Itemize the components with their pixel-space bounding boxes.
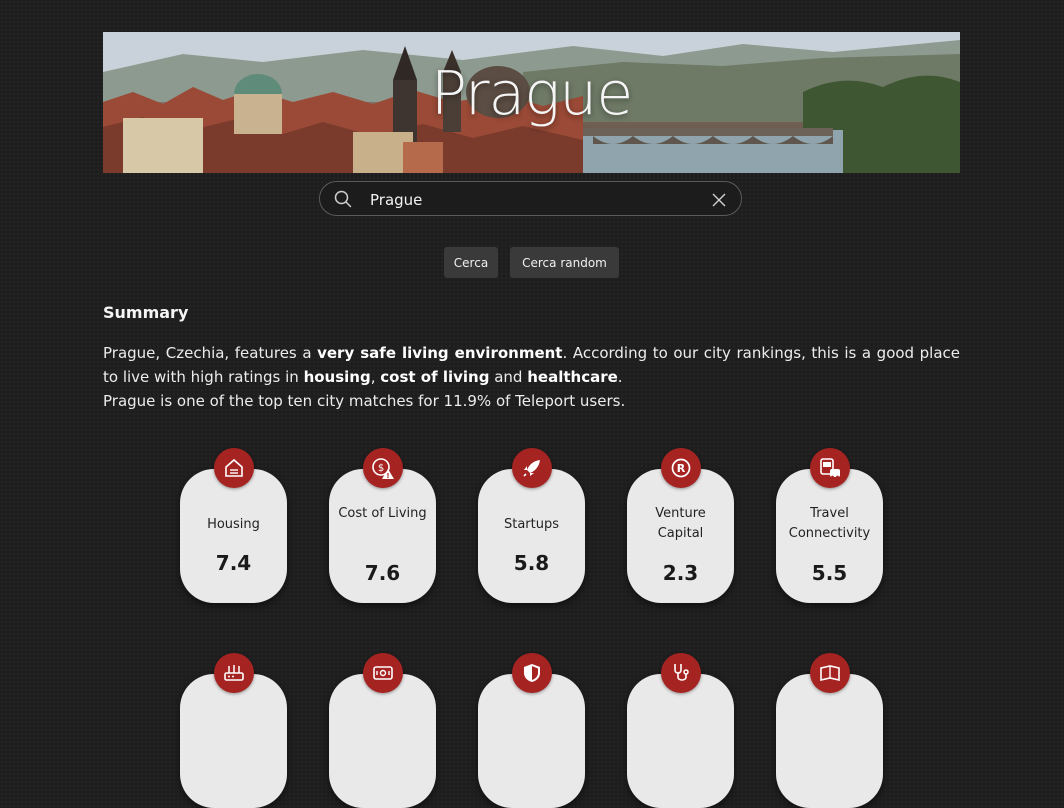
- city-title: Prague: [430, 59, 634, 129]
- score-card-housing[interactable]: Housing 7.4: [180, 448, 287, 603]
- registered-icon: R: [660, 448, 701, 488]
- card-label: Cost of Living: [338, 506, 427, 521]
- svg-text:R: R: [676, 462, 685, 475]
- score-card[interactable]: [776, 653, 883, 808]
- hero-banner: Prague: [103, 32, 960, 173]
- summary-match-text: Prague is one of the top ten city matche…: [103, 392, 626, 410]
- random-search-button[interactable]: Cerca random: [510, 247, 619, 278]
- svg-text:$: $: [377, 463, 383, 474]
- card-value: 5.8: [513, 551, 550, 575]
- summary-highlight: very safe living environment: [317, 344, 563, 362]
- card-label: Travel Connectivity: [788, 506, 871, 541]
- score-card[interactable]: [329, 653, 436, 808]
- stethoscope-icon: [660, 653, 701, 693]
- card-label: Startups: [503, 517, 560, 532]
- score-card[interactable]: [478, 653, 585, 808]
- router-icon: [213, 653, 254, 693]
- search-icon: [334, 190, 352, 212]
- score-card-startups[interactable]: Startups 5.8: [478, 448, 585, 603]
- search-bar[interactable]: [319, 181, 742, 216]
- card-value: 2.3: [662, 561, 699, 585]
- search-input[interactable]: [368, 186, 692, 214]
- rocket-icon: [511, 448, 552, 488]
- summary-text-segment: ,: [370, 368, 381, 386]
- card-label: Venture Capital: [655, 506, 706, 541]
- score-card-cost-of-living[interactable]: $! Cost of Living 7.6: [329, 448, 436, 603]
- search-button[interactable]: Cerca: [444, 247, 498, 278]
- cost-of-living-icon: $!: [362, 448, 403, 488]
- card-value: 5.5: [811, 561, 848, 585]
- close-icon[interactable]: [712, 192, 726, 211]
- summary-text: Prague, Czechia, features a very safe li…: [103, 341, 960, 413]
- summary-highlight: cost of living: [380, 368, 490, 386]
- score-card[interactable]: [180, 653, 287, 808]
- card-value: 7.4: [215, 551, 252, 575]
- summary-highlight: healthcare: [527, 368, 618, 386]
- shield-icon: [511, 653, 552, 693]
- score-card-travel-connectivity[interactable]: Travel Connectivity 5.5: [776, 448, 883, 603]
- summary-text-segment: Prague, Czechia, features a: [103, 344, 318, 362]
- summary-text-segment: .: [617, 368, 623, 386]
- house-icon: [213, 448, 254, 488]
- summary-highlight: housing: [303, 368, 371, 386]
- book-icon: [809, 653, 850, 693]
- card-label: Housing: [207, 517, 260, 532]
- card-value: 7.6: [364, 561, 401, 585]
- money-icon: [362, 653, 403, 693]
- summary-title: Summary: [103, 303, 189, 322]
- svg-text:!: !: [386, 472, 389, 480]
- score-card-venture-capital[interactable]: R Venture Capital 2.3: [627, 448, 734, 603]
- score-card[interactable]: [627, 653, 734, 808]
- summary-text-segment: and: [489, 368, 528, 386]
- transit-icon: [809, 448, 850, 488]
